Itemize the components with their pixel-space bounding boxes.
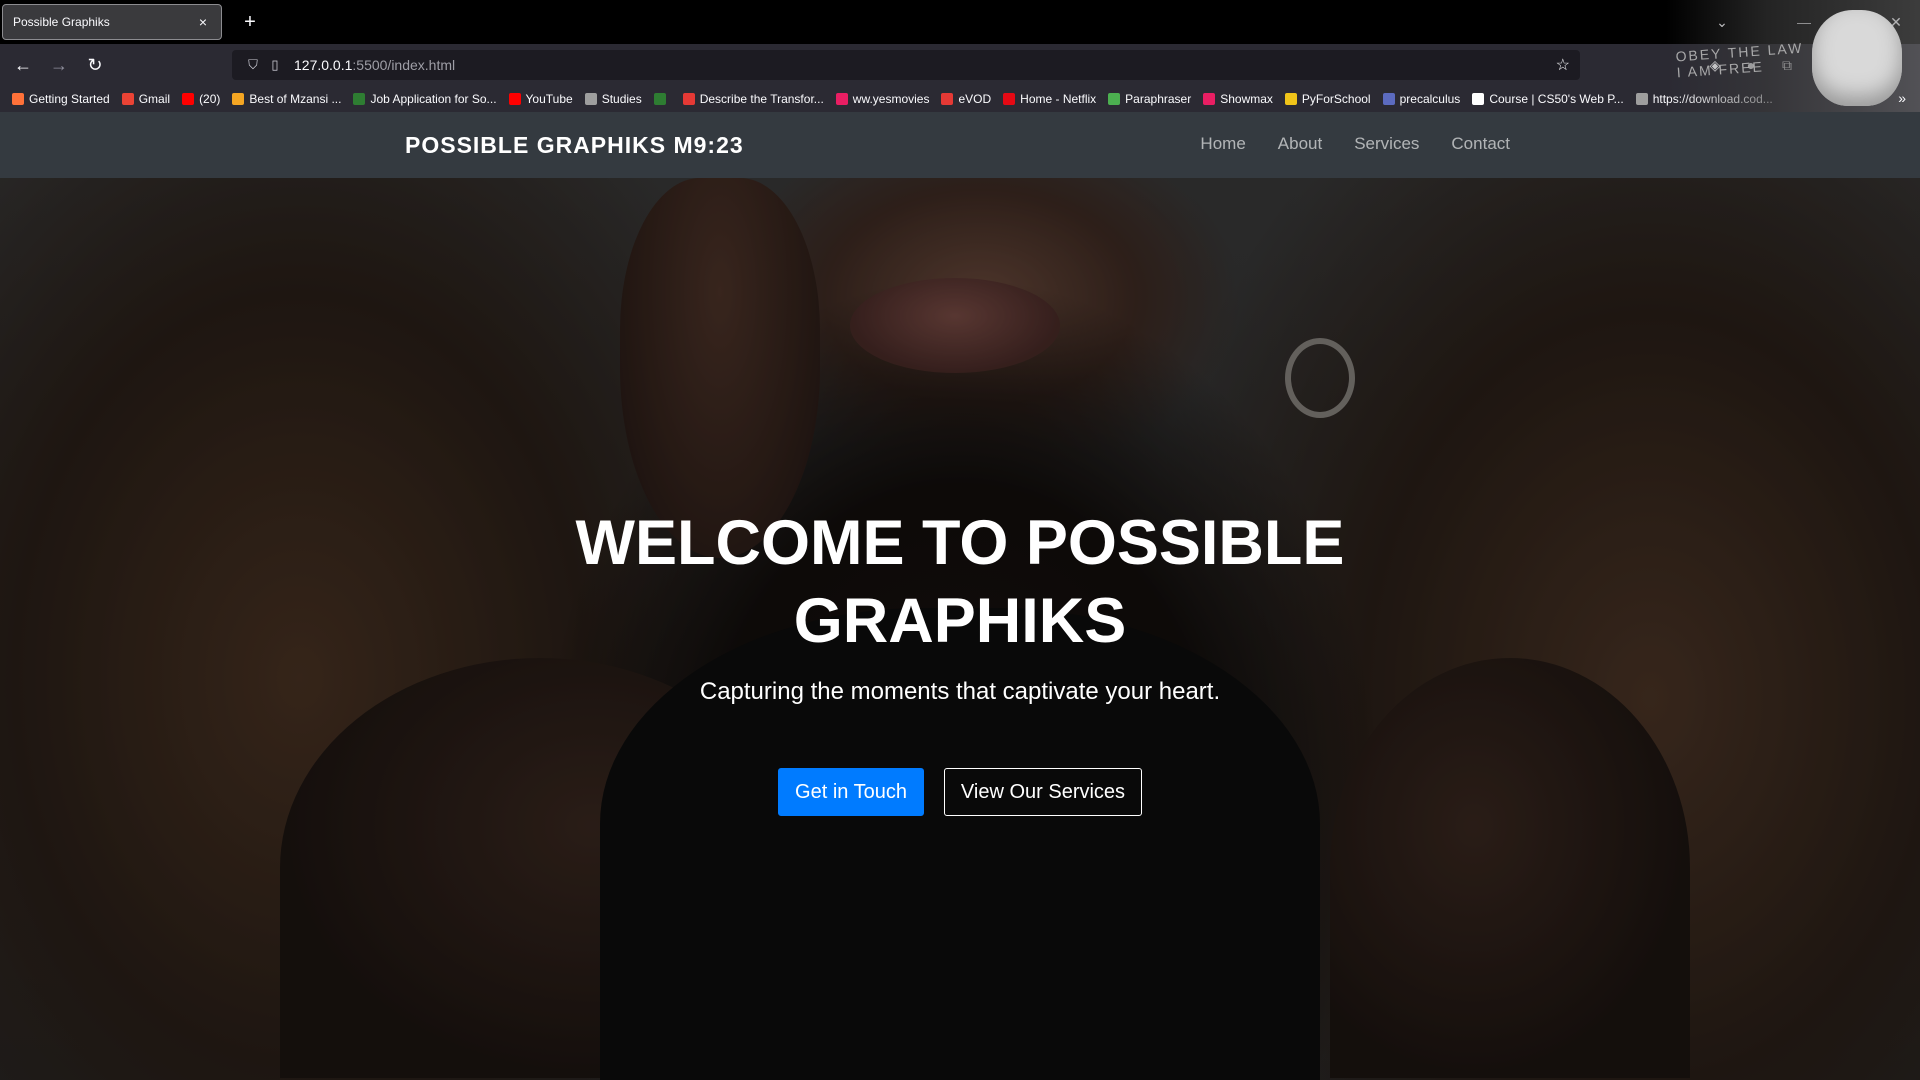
bookmark-favicon-icon	[508, 93, 521, 105]
bookmarks-bar: Getting Started Gmail (20) Best of Mzansi .…	[0, 86, 1920, 112]
bookmark-item[interactable]: Gmail	[121, 92, 171, 106]
bookmark-favicon-icon	[1108, 93, 1121, 105]
browser-tab[interactable]: Possible Graphiks ×	[2, 4, 222, 40]
bookmark-item[interactable]: ww.yesmovies	[835, 92, 930, 106]
view-services-button[interactable]: View Our Services	[944, 768, 1142, 816]
url-text[interactable]: 127.0.0.1:5500/index.html	[294, 57, 455, 73]
bookmark-label: PyForSchool	[1301, 92, 1371, 106]
nav-link-home[interactable]: Home	[1200, 134, 1245, 154]
bookmark-favicon-icon	[1203, 93, 1216, 105]
tab-title: Possible Graphiks	[13, 15, 110, 29]
bookmark-favicon-icon	[232, 93, 245, 105]
bookmark-label: Describe the Transfor...	[699, 92, 824, 106]
bookmark-item[interactable]: Describe the Transfor...	[682, 92, 824, 106]
bookmarks-overflow-icon[interactable]: »	[1898, 90, 1906, 106]
bookmark-item[interactable]: precalculus	[1382, 92, 1461, 106]
tab-close-icon[interactable]: ×	[195, 14, 211, 30]
browser-tab-bar: Possible Graphiks × + ⌄ — ❐ ✕	[0, 0, 1920, 44]
bookmark-label: Studies	[601, 92, 642, 106]
reload-icon[interactable]: ↻	[80, 50, 110, 80]
bookmark-item[interactable]: PyForSchool	[1284, 92, 1371, 106]
mask-face-image	[1812, 10, 1902, 106]
site-menu: Home About Services Contact	[1168, 134, 1510, 154]
bookmark-label: YouTube	[525, 92, 573, 106]
address-bar[interactable]: ⛉ ▯ 127.0.0.1:5500/index.html ☆	[232, 50, 1580, 80]
bookmark-item[interactable]: Home - Netflix	[1003, 92, 1096, 106]
bookmark-favicon-icon	[1284, 93, 1297, 105]
forward-icon[interactable]: →	[44, 50, 74, 80]
bookmark-label: (20)	[199, 92, 221, 106]
bookmark-label: Paraphraser	[1125, 92, 1192, 106]
bookmark-favicon-icon	[1382, 93, 1395, 105]
bookmark-label: Gmail	[138, 92, 171, 106]
nav-link-contact[interactable]: Contact	[1451, 134, 1510, 154]
bookmark-favicon-icon	[1003, 93, 1016, 105]
bookmark-favicon-icon	[1472, 93, 1485, 105]
bookmark-favicon-icon	[682, 93, 695, 105]
bookmark-favicon-icon	[584, 93, 597, 105]
bookmark-label: Home - Netflix	[1020, 92, 1097, 106]
get-in-touch-button[interactable]: Get in Touch	[778, 768, 924, 816]
bookmark-label: Job Application for So...	[370, 92, 497, 106]
hero-subtitle: Capturing the moments that captivate you…	[699, 678, 1221, 705]
bookmark-label: Best of Mzansi ...	[249, 92, 342, 106]
bookmark-favicon-icon	[353, 93, 366, 105]
bookmark-label: Showmax	[1220, 92, 1273, 106]
back-icon[interactable]: ←	[8, 50, 38, 80]
bookmark-item[interactable]: Studies	[584, 92, 642, 106]
bookmark-item[interactable]: eVOD	[941, 92, 991, 106]
url-path: :5500/index.html	[352, 57, 456, 73]
bookmark-favicon-icon	[12, 93, 24, 105]
site-navbar: POSSIBLE GRAPHIKS M9:23 Home About Servi…	[0, 112, 1920, 178]
bookmark-star-icon[interactable]: ☆	[1556, 55, 1570, 75]
page-icon: ▯	[271, 57, 279, 72]
bookmark-item[interactable]: YouTube	[508, 92, 573, 106]
bookmark-item[interactable]: Getting Started	[12, 92, 110, 106]
bookmark-favicon-icon	[835, 93, 848, 105]
bookmark-item[interactable]: Paraphraser	[1108, 92, 1191, 106]
web-page: POSSIBLE GRAPHIKS M9:23 Home About Servi…	[0, 112, 1920, 1080]
hero-title: WELCOME TO POSSIBLE GRAPHIKS	[575, 508, 1345, 656]
theme-text: OBEY THE LAW I AM FREE	[1675, 39, 1804, 81]
bookmark-label: eVOD	[958, 92, 992, 106]
bookmark-favicon-icon	[182, 93, 195, 105]
bookmark-favicon-icon	[1635, 93, 1648, 105]
bookmark-item[interactable]: Job Application for So...	[353, 92, 497, 106]
bookmark-item[interactable]: Showmax	[1203, 92, 1273, 106]
nav-link-about[interactable]: About	[1278, 134, 1322, 154]
hero-content: WELCOME TO POSSIBLE GRAPHIKS Capturing t…	[0, 178, 1920, 1080]
bookmark-label: Course | CS50's Web P...	[1489, 92, 1624, 106]
browser-toolbar: ← → ↻ ⛉ ▯ 127.0.0.1:5500/index.html ☆ ◈ …	[0, 44, 1920, 86]
nav-link-services[interactable]: Services	[1354, 134, 1419, 154]
bookmark-label: ww.yesmovies	[852, 92, 930, 106]
browser-theme-art: OBEY THE LAW I AM FREE	[1666, 0, 1920, 112]
new-tab-button[interactable]: +	[236, 8, 264, 36]
bookmark-favicon-icon	[653, 93, 666, 105]
bookmark-label: precalculus	[1399, 92, 1461, 106]
bookmark-item[interactable]: Best of Mzansi ...	[232, 92, 341, 106]
shield-icon[interactable]: ⛉	[242, 57, 264, 73]
bookmark-favicon-icon	[941, 93, 954, 105]
bookmark-label: Getting Started	[29, 92, 110, 106]
site-brand[interactable]: POSSIBLE GRAPHIKS M9:23	[405, 132, 744, 159]
url-host: 127.0.0.1	[294, 57, 353, 73]
bookmark-item[interactable]	[653, 93, 671, 105]
bookmark-item[interactable]: (20)	[182, 92, 220, 106]
hero-section: WELCOME TO POSSIBLE GRAPHIKS Capturing t…	[0, 178, 1920, 1080]
bookmark-favicon-icon	[121, 93, 134, 105]
bookmark-item[interactable]: Course | CS50's Web P...	[1472, 92, 1624, 106]
